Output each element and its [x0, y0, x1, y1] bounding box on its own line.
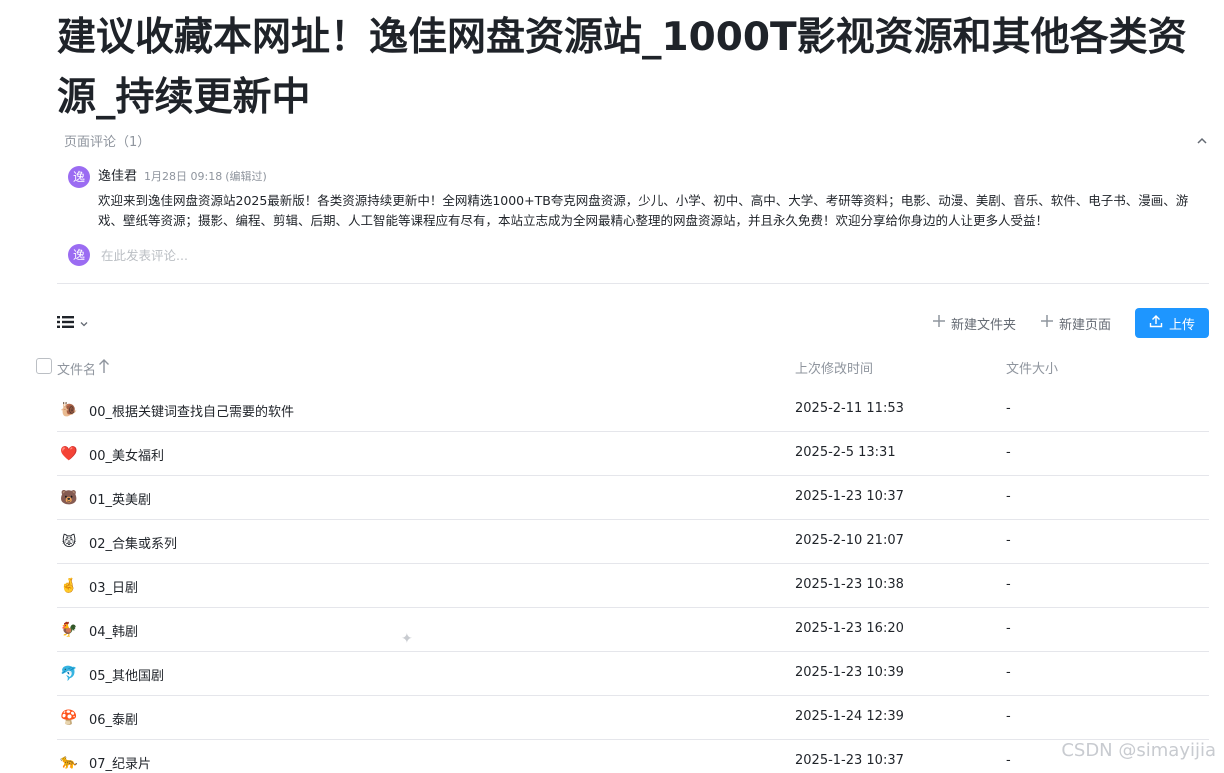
table-row[interactable]: 🐆 07_纪录片 2025-1-23 10:37 -	[57, 740, 1209, 773]
chevron-down-icon	[79, 314, 89, 333]
new-folder-label: 新建文件夹	[950, 317, 1016, 333]
list-view-icon	[57, 314, 75, 333]
comment-timestamp: 1月28日 09:18	[144, 170, 223, 183]
upload-button[interactable]: 上传	[1134, 308, 1209, 338]
file-name[interactable]: 01_英美剧	[89, 489, 151, 508]
file-name[interactable]: 03_日剧	[89, 577, 138, 596]
file-modified-time: 2025-1-24 12:39	[795, 709, 904, 724]
mushroom-icon: 🍄	[60, 710, 78, 726]
file-size: -	[1006, 577, 1011, 592]
file-name[interactable]: 02_合集或系列	[89, 533, 177, 552]
file-size: -	[1006, 401, 1011, 416]
file-size: -	[1006, 753, 1011, 768]
comment-reply-row: 逸	[57, 241, 1209, 269]
column-header-name-label: 文件名	[57, 362, 97, 378]
rooster-icon: 🐓	[60, 622, 78, 638]
file-modified-time: 2025-2-11 11:53	[795, 401, 904, 416]
file-modified-time: 2025-1-23 16:20	[795, 621, 904, 636]
upload-icon	[1149, 314, 1163, 332]
comments-header[interactable]: 页面评论（1）	[57, 128, 1209, 152]
table-row[interactable]: 🍄 06_泰剧 2025-1-24 12:39 -	[57, 696, 1209, 740]
page-comments: 页面评论（1） 逸 逸佳君 1月28日 09:18 (编辑过) 欢迎来到逸佳网盘…	[57, 128, 1209, 269]
comment-author[interactable]: 逸佳君	[98, 165, 137, 184]
comment-input[interactable]	[101, 245, 601, 265]
column-header-name[interactable]: 文件名	[57, 358, 110, 378]
file-table: 文件名 上次修改时间 文件大小 🐌 00_根据关键词查找自己需要的软件 2025-2…	[36, 352, 1209, 773]
upload-label: 上传	[1168, 317, 1195, 333]
comment-item: 逸 逸佳君 1月28日 09:18 (编辑过) 欢迎来到逸佳网盘资源站2025最…	[57, 165, 1209, 231]
table-row[interactable]: ❤️ 00_美女福利 2025-2-5 13:31 -	[57, 432, 1209, 476]
file-size: -	[1006, 445, 1011, 460]
select-all-checkbox[interactable]	[36, 358, 52, 374]
sort-arrow-up-icon[interactable]	[98, 358, 110, 378]
new-page-label: 新建页面	[1058, 317, 1111, 333]
comment-body: 欢迎来到逸佳网盘资源站2025最新版！各类资源持续更新中！全网精选1000+TB…	[98, 193, 1189, 228]
file-name[interactable]: 04_韩剧	[89, 621, 138, 640]
file-size: -	[1006, 709, 1011, 724]
file-size: -	[1006, 621, 1011, 636]
table-row[interactable]: 😾 02_合集或系列 2025-2-10 21:07 -	[57, 520, 1209, 564]
cat-icon: 😾	[61, 534, 77, 550]
table-row[interactable]: 🤞 03_日剧 2025-1-23 10:38 -	[57, 564, 1209, 608]
comment-edited-label: (编辑过)	[225, 170, 267, 183]
cursor-crosshair-icon: ✦	[401, 631, 413, 647]
divider	[57, 283, 1209, 284]
watermark: CSDN @simayijia	[1061, 740, 1216, 761]
file-name[interactable]: 07_纪录片	[89, 753, 151, 772]
new-folder-button[interactable]: 新建文件夹	[932, 314, 1016, 333]
file-modified-time: 2025-1-23 10:37	[795, 753, 904, 768]
file-modified-time: 2025-1-23 10:37	[795, 489, 904, 504]
chevron-up-icon[interactable]	[1195, 133, 1209, 147]
file-modified-time: 2025-1-23 10:38	[795, 577, 904, 592]
file-name[interactable]: 00_美女福利	[89, 445, 164, 464]
comments-count-label: 页面评论（1）	[64, 134, 151, 150]
heart-icon: ❤️	[60, 446, 78, 462]
file-modified-time: 2025-2-10 21:07	[795, 533, 904, 548]
avatar[interactable]: 逸	[68, 166, 90, 188]
bear-icon: 🐻	[60, 490, 78, 506]
file-modified-time: 2025-2-5 13:31	[795, 445, 896, 460]
file-name[interactable]: 00_根据关键词查找自己需要的软件	[89, 401, 294, 420]
plus-icon	[1040, 314, 1054, 332]
column-header-modified[interactable]: 上次修改时间	[795, 358, 873, 377]
table-row[interactable]: 🐻 01_英美剧 2025-1-23 10:37 -	[57, 476, 1209, 520]
table-header: 文件名 上次修改时间 文件大小	[36, 352, 1209, 380]
leopard-icon: 🐆	[60, 754, 78, 770]
column-header-size[interactable]: 文件大小	[1006, 358, 1058, 377]
page-title: 建议收藏本网址！逸佳网盘资源站_1000T影视资源和其他各类资源_持续更新中	[57, 15, 1187, 120]
file-size: -	[1006, 665, 1011, 680]
new-page-button[interactable]: 新建页面	[1040, 314, 1111, 333]
crossed-fingers-icon: 🤞	[60, 578, 78, 594]
view-mode-toggle[interactable]	[57, 314, 89, 333]
table-row[interactable]: 🐌 00_根据关键词查找自己需要的软件 2025-2-11 11:53 -	[57, 388, 1209, 432]
file-name[interactable]: 06_泰剧	[89, 709, 138, 728]
file-size: -	[1006, 489, 1011, 504]
file-size: -	[1006, 533, 1011, 548]
dolphin-icon: 🐬	[60, 666, 78, 682]
file-name[interactable]: 05_其他国剧	[89, 665, 164, 684]
table-row[interactable]: 🐓 04_韩剧 2025-1-23 16:20 -	[57, 608, 1209, 652]
table-row[interactable]: 🐬 05_其他国剧 2025-1-23 10:39 -	[57, 652, 1209, 696]
avatar: 逸	[68, 244, 90, 266]
table-body: 🐌 00_根据关键词查找自己需要的软件 2025-2-11 11:53 - ❤️ 00_美…	[36, 388, 1209, 773]
plus-icon	[932, 314, 946, 332]
snail-icon: 🐌	[60, 402, 78, 418]
file-toolbar: 新建文件夹 新建页面 上传	[57, 308, 1209, 338]
file-modified-time: 2025-1-23 10:39	[795, 665, 904, 680]
